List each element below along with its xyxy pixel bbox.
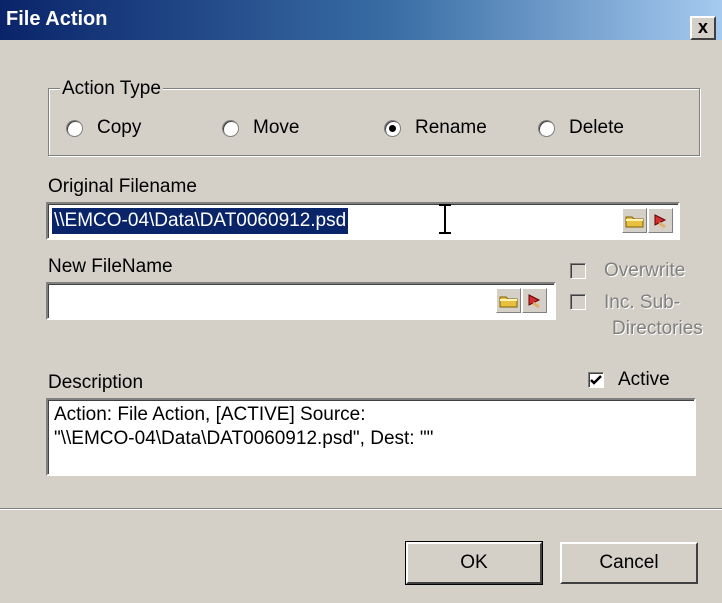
cancel-button[interactable]: Cancel [560, 542, 698, 584]
folder-open-icon [499, 296, 518, 308]
radio-label-delete: Delete [569, 117, 624, 138]
separator [0, 508, 722, 510]
title-bar[interactable]: File Action x [0, 0, 722, 40]
window-title: File Action [6, 8, 108, 30]
browse-new-button[interactable] [496, 288, 521, 313]
inc-subdirectories-label-1: Inc. Sub- [604, 292, 681, 313]
original-filename-label: Original Filename [48, 176, 197, 197]
clear-new-button[interactable] [522, 288, 547, 313]
ok-button[interactable]: OK [405, 541, 543, 585]
checkmark-icon [590, 375, 602, 385]
browse-original-button[interactable] [622, 208, 647, 233]
radio-circle-icon [66, 119, 83, 137]
file-action-dialog: File Action x Action Type Copy Move Rena… [0, 0, 722, 603]
radio-label-rename: Rename [415, 117, 487, 138]
description-textarea[interactable]: Action: File Action, [ACTIVE] Source: "\… [46, 398, 696, 476]
action-type-label: Action Type [60, 78, 163, 100]
original-filename-value: \\EMCO-04\Data\DAT0060912.psd [52, 208, 349, 234]
description-line-2: "\\EMCO-04\Data\DAT0060912.psd", Dest: "… [54, 428, 434, 449]
new-filename-input[interactable] [46, 282, 556, 320]
overwrite-checkbox[interactable] [570, 263, 586, 279]
radio-move[interactable]: Move [222, 116, 299, 140]
radio-copy[interactable]: Copy [66, 116, 141, 140]
ok-button-label: OK [460, 552, 488, 573]
inc-subdirectories-checkbox[interactable] [570, 294, 586, 310]
active-label: Active [618, 369, 670, 390]
folder-open-icon [625, 216, 644, 228]
close-icon: x [697, 17, 708, 37]
active-checkbox[interactable] [588, 372, 604, 388]
overwrite-label: Overwrite [604, 260, 686, 281]
text-cursor-icon [439, 204, 451, 234]
description-line-1: Action: File Action, [ACTIVE] Source: [54, 404, 366, 425]
radio-label-copy: Copy [97, 117, 142, 138]
radio-circle-icon [538, 119, 555, 137]
cancel-button-label: Cancel [599, 552, 659, 573]
new-filename-label: New FileName [48, 256, 173, 277]
radio-label-move: Move [253, 117, 300, 138]
description-label: Description [48, 372, 144, 393]
inc-subdirectories-label-2: Directories [612, 318, 703, 339]
radio-selected-icon [384, 119, 401, 137]
clear-edit-icon [528, 294, 541, 309]
close-button[interactable]: x [690, 16, 716, 40]
clear-edit-icon [654, 214, 667, 229]
clear-original-button[interactable] [648, 208, 673, 233]
original-filename-input[interactable]: \\EMCO-04\Data\DAT0060912.psd [46, 202, 680, 240]
radio-circle-icon [222, 119, 239, 137]
radio-rename[interactable]: Rename [384, 116, 487, 140]
radio-delete[interactable]: Delete [538, 116, 624, 140]
